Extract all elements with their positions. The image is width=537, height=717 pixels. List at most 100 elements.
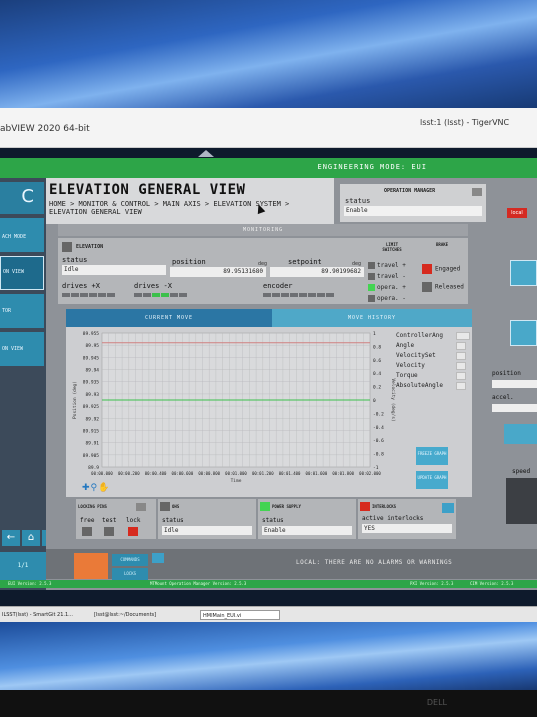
interlocks-icon [360, 502, 370, 511]
legend-visibility-toggle[interactable] [456, 352, 466, 360]
y2-tick-label: -0.2 [373, 411, 384, 417]
power-supply-icon [260, 502, 270, 511]
y-tick-label: 89.92 [85, 416, 99, 422]
locking-pin-lock-label: lock [126, 517, 141, 524]
legend-item-label: Torque [396, 372, 418, 379]
elevation-status-value: Idle [62, 265, 166, 275]
limit-switches: LIMIT SWITCHES travel + travel - opera. … [368, 242, 416, 302]
nav-page-indicator: 1/1 [0, 552, 46, 580]
locking-pin-free-label: free [80, 517, 95, 524]
legend-item[interactable]: ControllerAng [396, 331, 470, 341]
x-tick-label: 00:01.600 [306, 471, 328, 476]
nav-logo[interactable]: C [0, 182, 44, 214]
update-graph-button[interactable]: UPDATE GRAPH [416, 471, 448, 489]
legend-item[interactable]: AbsoluteAngle [396, 381, 470, 391]
footer-commands-button[interactable]: COMMANDS [112, 554, 148, 566]
right-tile-2[interactable] [510, 320, 537, 346]
legend-item[interactable]: VelocitySet [396, 351, 470, 361]
nav-item-view[interactable]: ON VIEW [0, 332, 44, 366]
y-tick-label: 89.905 [83, 453, 100, 459]
ohs-panel: OHS status Idle [158, 499, 256, 539]
locking-pin-free-indicator [82, 527, 92, 536]
y-tick-label: 89.935 [83, 380, 100, 386]
right-tile-1[interactable] [510, 260, 537, 286]
y2-tick-label: 0 [373, 398, 376, 404]
locking-pins-panel: LOCKING PINS free test lock [76, 499, 156, 539]
window-titlebar: abVIEW 2020 64-bit lsst:1 (lsst) - Tiger… [0, 108, 537, 148]
opmgr-version: MTMount Operation Manager Version: 2.5.3 [150, 581, 247, 586]
vnc-window-title: lsst:1 (lsst) - TigerVNC [420, 118, 510, 127]
y-tick-label: 89.945 [83, 355, 100, 361]
page-title: ELEVATION GENERAL VIEW [49, 182, 246, 198]
right-position-label: position [492, 370, 521, 377]
left-navigation: C ACH MODE ON VIEW TOR ON VIEW ← ⌂ 1/1 [0, 178, 46, 590]
operation-manager-status-label: status [345, 197, 371, 205]
move-tabs: CURRENT MOVE MOVE HISTORY [66, 309, 472, 327]
legend-visibility-toggle[interactable] [456, 372, 466, 380]
interlocks-refresh-icon[interactable] [442, 503, 454, 513]
y-axis-label: Position (deg) [72, 381, 78, 419]
legend-item[interactable]: Angle [396, 341, 470, 351]
right-move-button[interactable] [504, 424, 537, 444]
legend-visibility-toggle[interactable] [456, 332, 470, 340]
chart-pan-icon[interactable]: ✚ [82, 483, 91, 493]
local-button[interactable]: local [507, 208, 527, 218]
limit-switches-title: LIMIT SWITCHES [382, 242, 402, 252]
cim-version: CIM Version: 2.5.3 [470, 581, 514, 586]
taskbar-item-hmimain[interactable]: HMIMain_EUI.vi [200, 610, 280, 620]
x-tick-label: 00:02.000 [359, 471, 381, 476]
y-tick-label: 89.925 [83, 404, 100, 410]
legend-item[interactable]: Velocity [396, 361, 470, 371]
x-tick-label: 00:01.000 [225, 471, 247, 476]
taskbar-item-terminal[interactable]: [lsst@lsst:~/Documents] [92, 610, 188, 620]
monitor-logo: DELL [426, 698, 447, 707]
limit-travel-pos: travel + [368, 262, 406, 269]
setpoint-label: setpoint [288, 258, 322, 266]
tab-current-move[interactable]: CURRENT MOVE [66, 309, 272, 327]
nav-down-icon[interactable] [42, 530, 46, 546]
locking-pins-icon[interactable] [136, 503, 146, 511]
monitor-bezel: DELL [0, 690, 537, 717]
desktop-wallpaper-bottom [0, 622, 537, 692]
legend-visibility-toggle[interactable] [456, 362, 466, 370]
nav-back-icon[interactable]: ← [2, 530, 20, 546]
chart-tools: ✚⚲✋ [82, 483, 110, 493]
nav-item-approach-mode[interactable]: ACH MODE [0, 218, 44, 252]
nav-item-monitor[interactable]: TOR [0, 294, 44, 328]
y2-tick-label: 1 [373, 331, 376, 337]
brake-engaged: Engaged [422, 264, 460, 274]
position-label: position [172, 258, 206, 266]
taskbar-item-smartgit[interactable]: ILSST(lsst) - SmartGit 21.1... [0, 610, 88, 620]
breadcrumb[interactable]: HOME > MONITOR & CONTROL > MAIN AXIS > E… [49, 200, 329, 216]
y2-tick-label: 0.2 [373, 385, 381, 391]
operation-manager-icon[interactable] [472, 188, 482, 196]
y2-tick-label: 0.4 [373, 371, 381, 377]
nav-item-elevation-view[interactable]: ON VIEW [0, 256, 44, 290]
footer-chat-icon[interactable] [152, 553, 164, 563]
move-chart[interactable]: 89.955 89.95 89.945 89.94 89.935 89.93 89.925 8… [66, 327, 396, 497]
engineering-mode-label: ENGINEERING MODE: EUI [317, 163, 427, 171]
freeze-graph-button[interactable]: FREEZE GRAPH [416, 447, 448, 465]
nav-home-icon[interactable]: ⌂ [22, 530, 40, 546]
version-bar: EUI Version: 2.5.3 MTMount Operation Man… [0, 580, 537, 588]
engineering-mode-bar: ENGINEERING MODE: EUI [0, 158, 537, 178]
panel-caret-icon [198, 150, 214, 157]
legend-visibility-toggle[interactable] [456, 382, 466, 390]
legend-visibility-toggle[interactable] [456, 342, 466, 350]
y-tick-label: 89.94 [85, 368, 99, 374]
ohs-status-label: status [162, 517, 184, 524]
x-tick-label: 00:00.400 [145, 471, 167, 476]
legend-item[interactable]: Torque [396, 371, 470, 381]
chart-zoom-icon[interactable]: ⚲ [91, 483, 99, 493]
footer-bar: COMMANDS LOCKS LOCAL: THERE ARE NO ALARM… [46, 549, 537, 580]
y2-tick-label: 0.6 [373, 358, 381, 364]
legend-item-label: Velocity [396, 362, 425, 369]
right-speed-label: speed [512, 468, 531, 475]
footer-locks-button[interactable]: LOCKS [112, 568, 148, 580]
desktop-wallpaper [0, 0, 537, 108]
y-tick-label: 89.95 [85, 343, 99, 349]
operation-manager-panel: OPERATION MANAGER status Enable [340, 184, 486, 222]
tab-move-history[interactable]: MOVE HISTORY [272, 309, 472, 327]
chart-hand-icon[interactable]: ✋ [98, 483, 110, 493]
y-tick-label: 89.91 [85, 441, 99, 447]
